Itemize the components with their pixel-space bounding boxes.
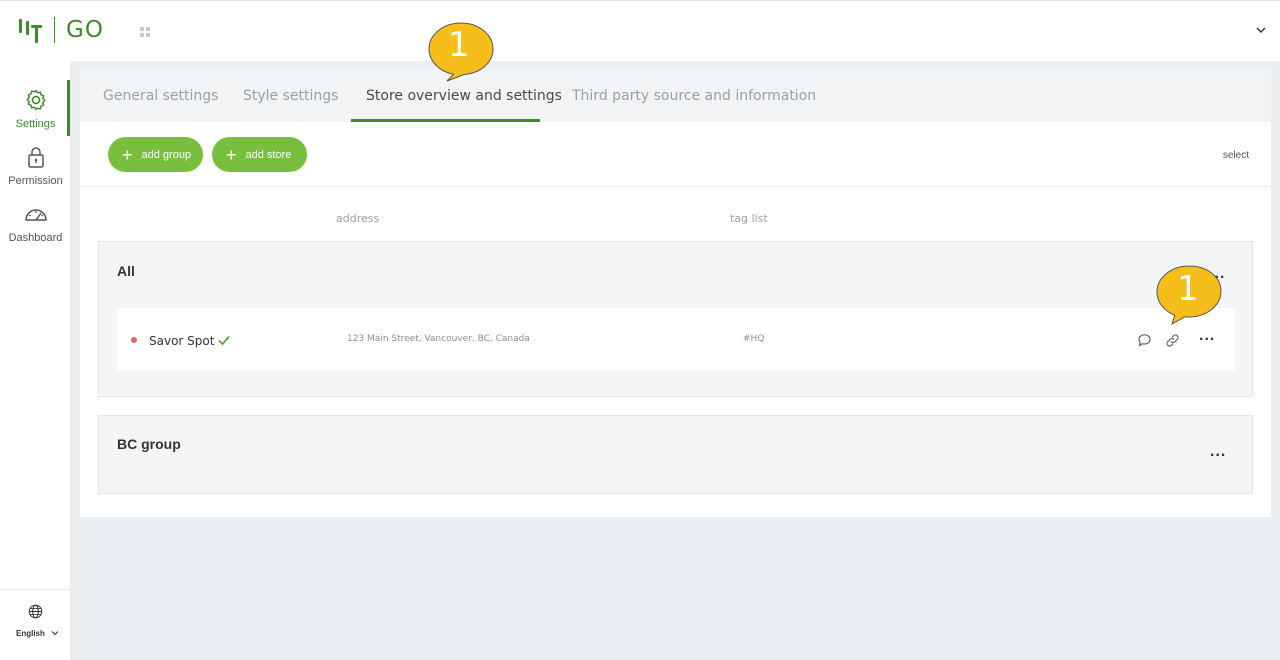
gear-icon: [26, 89, 45, 111]
group-more-menu-button[interactable]: ...: [1210, 443, 1226, 461]
add-group-button[interactable]: + add group: [108, 137, 203, 172]
top-bar: GO: [0, 0, 1280, 61]
tab-store-overview[interactable]: Store overview and settings: [366, 88, 562, 104]
verified-check-icon: [218, 335, 230, 346]
sidebar-item-settings[interactable]: Settings: [0, 88, 71, 130]
callout-number: 1: [448, 25, 470, 65]
step-callout-tab: 1: [428, 21, 494, 88]
apps-grid-icon[interactable]: [140, 27, 151, 38]
store-status-dot: [131, 337, 137, 343]
tab-third-party-source[interactable]: Third party source and information: [572, 88, 816, 104]
group-title: All: [117, 263, 135, 279]
logo-text: GO: [66, 17, 104, 43]
sidebar-item-permission[interactable]: Permission: [0, 145, 71, 187]
store-group-all: All ... Savor Spot 123 Main Street, Vanc…: [98, 241, 1253, 397]
account-chevron-down-icon[interactable]: [1256, 23, 1266, 37]
store-group-bc: BC group ...: [98, 415, 1253, 494]
tab-general-settings[interactable]: General settings: [103, 88, 218, 104]
column-header-tag-list: tag list: [730, 212, 768, 225]
add-store-button[interactable]: + add store: [212, 137, 307, 172]
chevron-down-icon: [51, 631, 59, 636]
column-header-address: address: [336, 212, 380, 225]
sidebar-item-dashboard[interactable]: Dashboard: [0, 202, 71, 244]
globe-icon: [28, 604, 43, 619]
step-callout-link: 1: [1155, 264, 1223, 331]
store-address: 123 Main Street, Vancouver, BC, Canada: [347, 334, 530, 344]
app-logo[interactable]: GO: [18, 17, 104, 43]
add-store-label: add store: [245, 148, 292, 161]
logo-mark-icon: [19, 19, 42, 43]
plus-icon: +: [226, 144, 237, 165]
active-tab-indicator: [351, 119, 540, 122]
sidebar-item-label: Dashboard: [8, 232, 63, 244]
group-title: BC group: [117, 436, 181, 452]
add-group-label: add group: [141, 148, 192, 161]
speedometer-icon: [24, 209, 47, 221]
store-tags: #HQ: [743, 334, 765, 344]
sidebar-item-label: Settings: [15, 118, 56, 130]
sidebar: Settings Permission Dashboard English: [0, 61, 71, 660]
sidebar-item-label: Permission: [8, 175, 63, 187]
callout-number: 1: [1177, 269, 1199, 309]
store-name: Savor Spot: [149, 334, 215, 348]
select-link[interactable]: select: [1223, 150, 1249, 161]
toolbar-divider: [80, 186, 1271, 187]
store-row[interactable]: Savor Spot 123 Main Street, Vancouver, B…: [117, 308, 1235, 371]
logo-separator: [54, 17, 55, 43]
store-overview-panel: General settings Style settings Store ov…: [80, 69, 1271, 517]
language-switcher[interactable]: English: [0, 589, 71, 660]
lock-icon: [27, 147, 44, 168]
tab-style-settings[interactable]: Style settings: [243, 88, 338, 104]
settings-tabs: General settings Style settings Store ov…: [80, 69, 1271, 122]
comment-icon[interactable]: [1137, 333, 1152, 348]
link-icon[interactable]: [1165, 333, 1180, 348]
plus-icon: +: [122, 144, 133, 165]
language-label: English: [16, 629, 45, 638]
